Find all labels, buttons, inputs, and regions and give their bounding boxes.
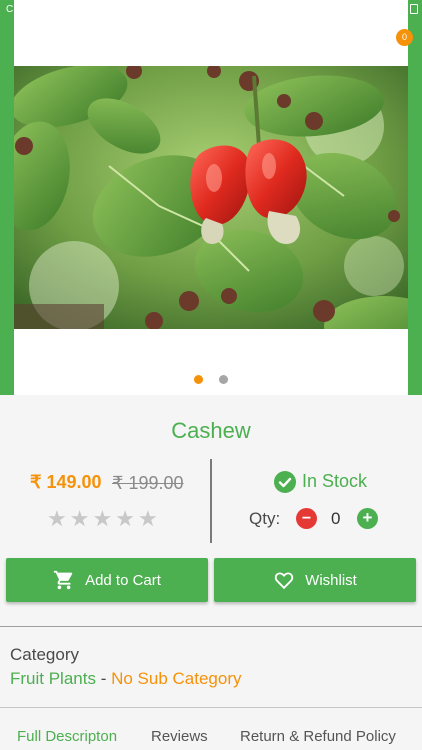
cart-count-badge[interactable]: 0 [396, 29, 413, 46]
tab-return-refund-policy[interactable]: Return & Refund Policy [240, 728, 396, 745]
add-to-cart-button[interactable]: Add to Cart [6, 558, 208, 602]
section-divider [0, 707, 422, 708]
category-heading: Category [10, 645, 79, 664]
original-price: ₹ 199.00 [112, 473, 184, 493]
star-icon[interactable]: ★ [138, 506, 161, 531]
quantity-value: 0 [331, 509, 341, 528]
category-link[interactable]: Fruit Plants [10, 669, 96, 688]
product-image-carousel[interactable]: C 0 [0, 0, 422, 395]
carousel-indicator [0, 371, 422, 389]
right-edge-bar [408, 0, 422, 395]
heart-icon [274, 572, 294, 590]
status-bar-text: C [6, 4, 14, 15]
product-info-tabs: Full Descripton Reviews Return & Refund … [0, 728, 422, 750]
star-icon[interactable]: ★ [70, 506, 93, 531]
carousel-dot-active[interactable] [193, 375, 203, 384]
vertical-divider [210, 459, 212, 543]
section-divider [0, 626, 422, 627]
quantity-label: Qty: [249, 509, 281, 528]
product-photo [14, 66, 408, 329]
category-path: Fruit Plants - No Sub Category [10, 669, 242, 689]
wishlist-label: Wishlist [305, 571, 357, 589]
subcategory-link[interactable]: No Sub Category [111, 669, 241, 688]
decrease-quantity-button[interactable]: − [296, 508, 317, 529]
product-detail-screen: C 0 Cashew ₹ 149.00 ₹ 199.00 ★★★★★ In St… [0, 0, 422, 750]
stock-status: In Stock [302, 471, 368, 491]
carousel-dot[interactable] [219, 375, 229, 384]
wishlist-button[interactable]: Wishlist [214, 558, 416, 602]
product-title: Cashew [171, 418, 251, 443]
star-icon[interactable]: ★ [115, 506, 138, 531]
tab-full-description[interactable]: Full Descripton [17, 728, 117, 745]
category-separator: - [95, 669, 112, 688]
star-icon[interactable]: ★ [92, 506, 115, 531]
left-edge-bar [0, 0, 14, 395]
cart-icon [53, 570, 73, 590]
check-circle-icon [274, 471, 296, 493]
increase-quantity-button[interactable]: + [357, 508, 378, 529]
rating-stars[interactable]: ★★★★★ [47, 506, 161, 532]
star-icon[interactable]: ★ [47, 506, 70, 531]
battery-icon [410, 4, 418, 14]
add-to-cart-label: Add to Cart [85, 571, 161, 589]
current-price: ₹ 149.00 [30, 472, 102, 492]
tab-reviews[interactable]: Reviews [151, 728, 208, 745]
